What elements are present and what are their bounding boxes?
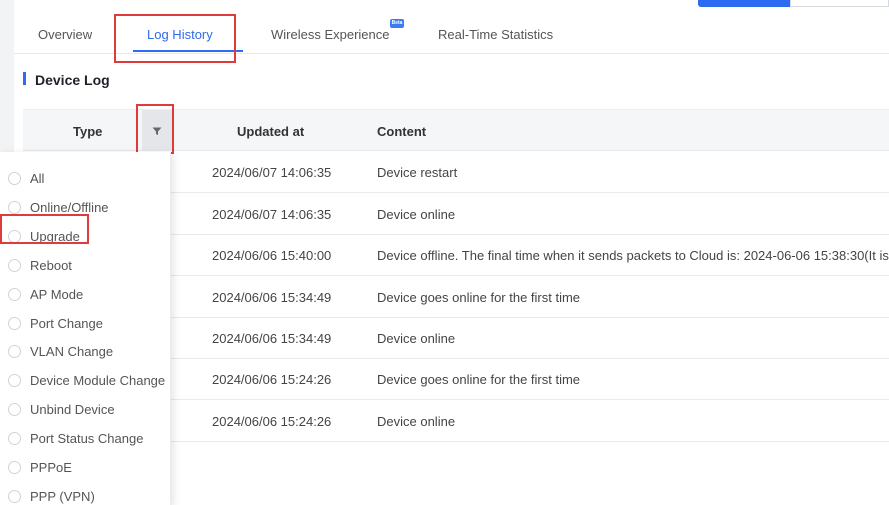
filter-option-label: Online/Offline xyxy=(30,200,109,215)
cell-updated-at: 2024/06/07 14:06:35 xyxy=(212,207,332,222)
filter-option-label: Unbind Device xyxy=(30,402,115,417)
radio-unchecked-icon[interactable] xyxy=(8,317,21,330)
radio-unchecked-icon[interactable] xyxy=(8,201,21,214)
radio-unchecked-icon[interactable] xyxy=(8,288,21,301)
cell-updated-at: 2024/06/06 15:24:26 xyxy=(212,414,332,429)
cell-content: Device online xyxy=(377,414,456,429)
filter-option-label: PPPoE xyxy=(30,460,72,475)
filter-option-unbind-device[interactable]: Unbind Device xyxy=(0,389,171,418)
filter-option-all[interactable]: All xyxy=(0,158,171,187)
cell-content: Device offline. The final time when it s… xyxy=(377,248,889,263)
filter-option-label: VLAN Change xyxy=(30,344,114,359)
filter-option-online-offline[interactable]: Online/Offline xyxy=(0,187,171,216)
cell-content: Device restart xyxy=(377,165,458,180)
cell-content: Device goes online for the first time xyxy=(377,372,581,387)
filter-option-port-change[interactable]: Port Change xyxy=(0,303,171,332)
funnel-icon xyxy=(152,127,162,135)
column-header-content: Content xyxy=(377,124,427,139)
radio-unchecked-icon[interactable] xyxy=(8,172,21,185)
radio-unchecked-icon[interactable] xyxy=(8,230,21,243)
radio-unchecked-icon[interactable] xyxy=(8,403,21,416)
filter-option-label: Device Module Change xyxy=(30,373,166,388)
filter-option-reboot[interactable]: Reboot xyxy=(0,245,171,274)
tab-wireless-experience[interactable]: Wireless Experience xyxy=(271,27,390,42)
radio-unchecked-icon[interactable] xyxy=(8,461,21,474)
filter-option-label: Upgrade xyxy=(30,229,80,244)
tab-bar: Overview Log History Wireless Experience… xyxy=(14,0,889,54)
filter-option-ap-mode[interactable]: AP Mode xyxy=(0,274,171,303)
radio-unchecked-icon[interactable] xyxy=(8,374,21,387)
filter-option-label: AP Mode xyxy=(30,287,84,302)
cell-updated-at: 2024/06/06 15:34:49 xyxy=(212,290,332,305)
filter-option-vlan-change[interactable]: VLAN Change xyxy=(0,331,171,360)
radio-unchecked-icon[interactable] xyxy=(8,345,21,358)
filter-option-label: All xyxy=(30,171,45,186)
filter-option-label: Port Status Change xyxy=(30,431,144,446)
filter-option-port-status-change[interactable]: Port Status Change xyxy=(0,418,171,447)
beta-badge: Beta xyxy=(390,19,404,28)
filter-option-label: Port Change xyxy=(30,316,103,331)
type-filter-button[interactable] xyxy=(142,110,172,150)
radio-unchecked-icon[interactable] xyxy=(8,490,21,503)
tab-overview[interactable]: Overview xyxy=(38,27,92,42)
filter-option-label: Reboot xyxy=(30,258,72,273)
table-header: Type Updated at Content xyxy=(23,109,889,151)
cell-updated-at: 2024/06/06 15:24:26 xyxy=(212,372,332,387)
radio-unchecked-icon[interactable] xyxy=(8,432,21,445)
cell-content: Device online xyxy=(377,331,456,346)
cell-updated-at: 2024/06/06 15:34:49 xyxy=(212,331,332,346)
filter-option-pppoe[interactable]: PPPoE xyxy=(0,447,171,476)
radio-unchecked-icon[interactable] xyxy=(8,259,21,272)
tab-log-history[interactable]: Log History xyxy=(147,27,213,42)
active-tab-indicator xyxy=(133,50,243,52)
section-title: Device Log xyxy=(35,72,110,88)
cell-updated-at: 2024/06/06 15:40:00 xyxy=(212,248,332,263)
type-filter-dropdown: All Online/Offline Upgrade Reboot AP Mod… xyxy=(0,152,171,505)
cell-updated-at: 2024/06/07 14:06:35 xyxy=(212,165,332,180)
filter-option-upgrade[interactable]: Upgrade xyxy=(0,216,171,245)
cell-content: Device online xyxy=(377,207,456,222)
filter-option-ppp-vpn[interactable]: PPP (VPN) xyxy=(0,476,171,505)
cell-content: Device goes online for the first time xyxy=(377,290,581,305)
column-header-type: Type xyxy=(73,124,103,139)
section-accent-bar xyxy=(23,72,26,85)
tab-real-time-statistics[interactable]: Real-Time Statistics xyxy=(438,27,553,42)
filter-option-label: PPP (VPN) xyxy=(30,489,95,504)
filter-option-device-module-change[interactable]: Device Module Change xyxy=(0,360,171,389)
column-header-updated-at: Updated at xyxy=(237,124,305,139)
